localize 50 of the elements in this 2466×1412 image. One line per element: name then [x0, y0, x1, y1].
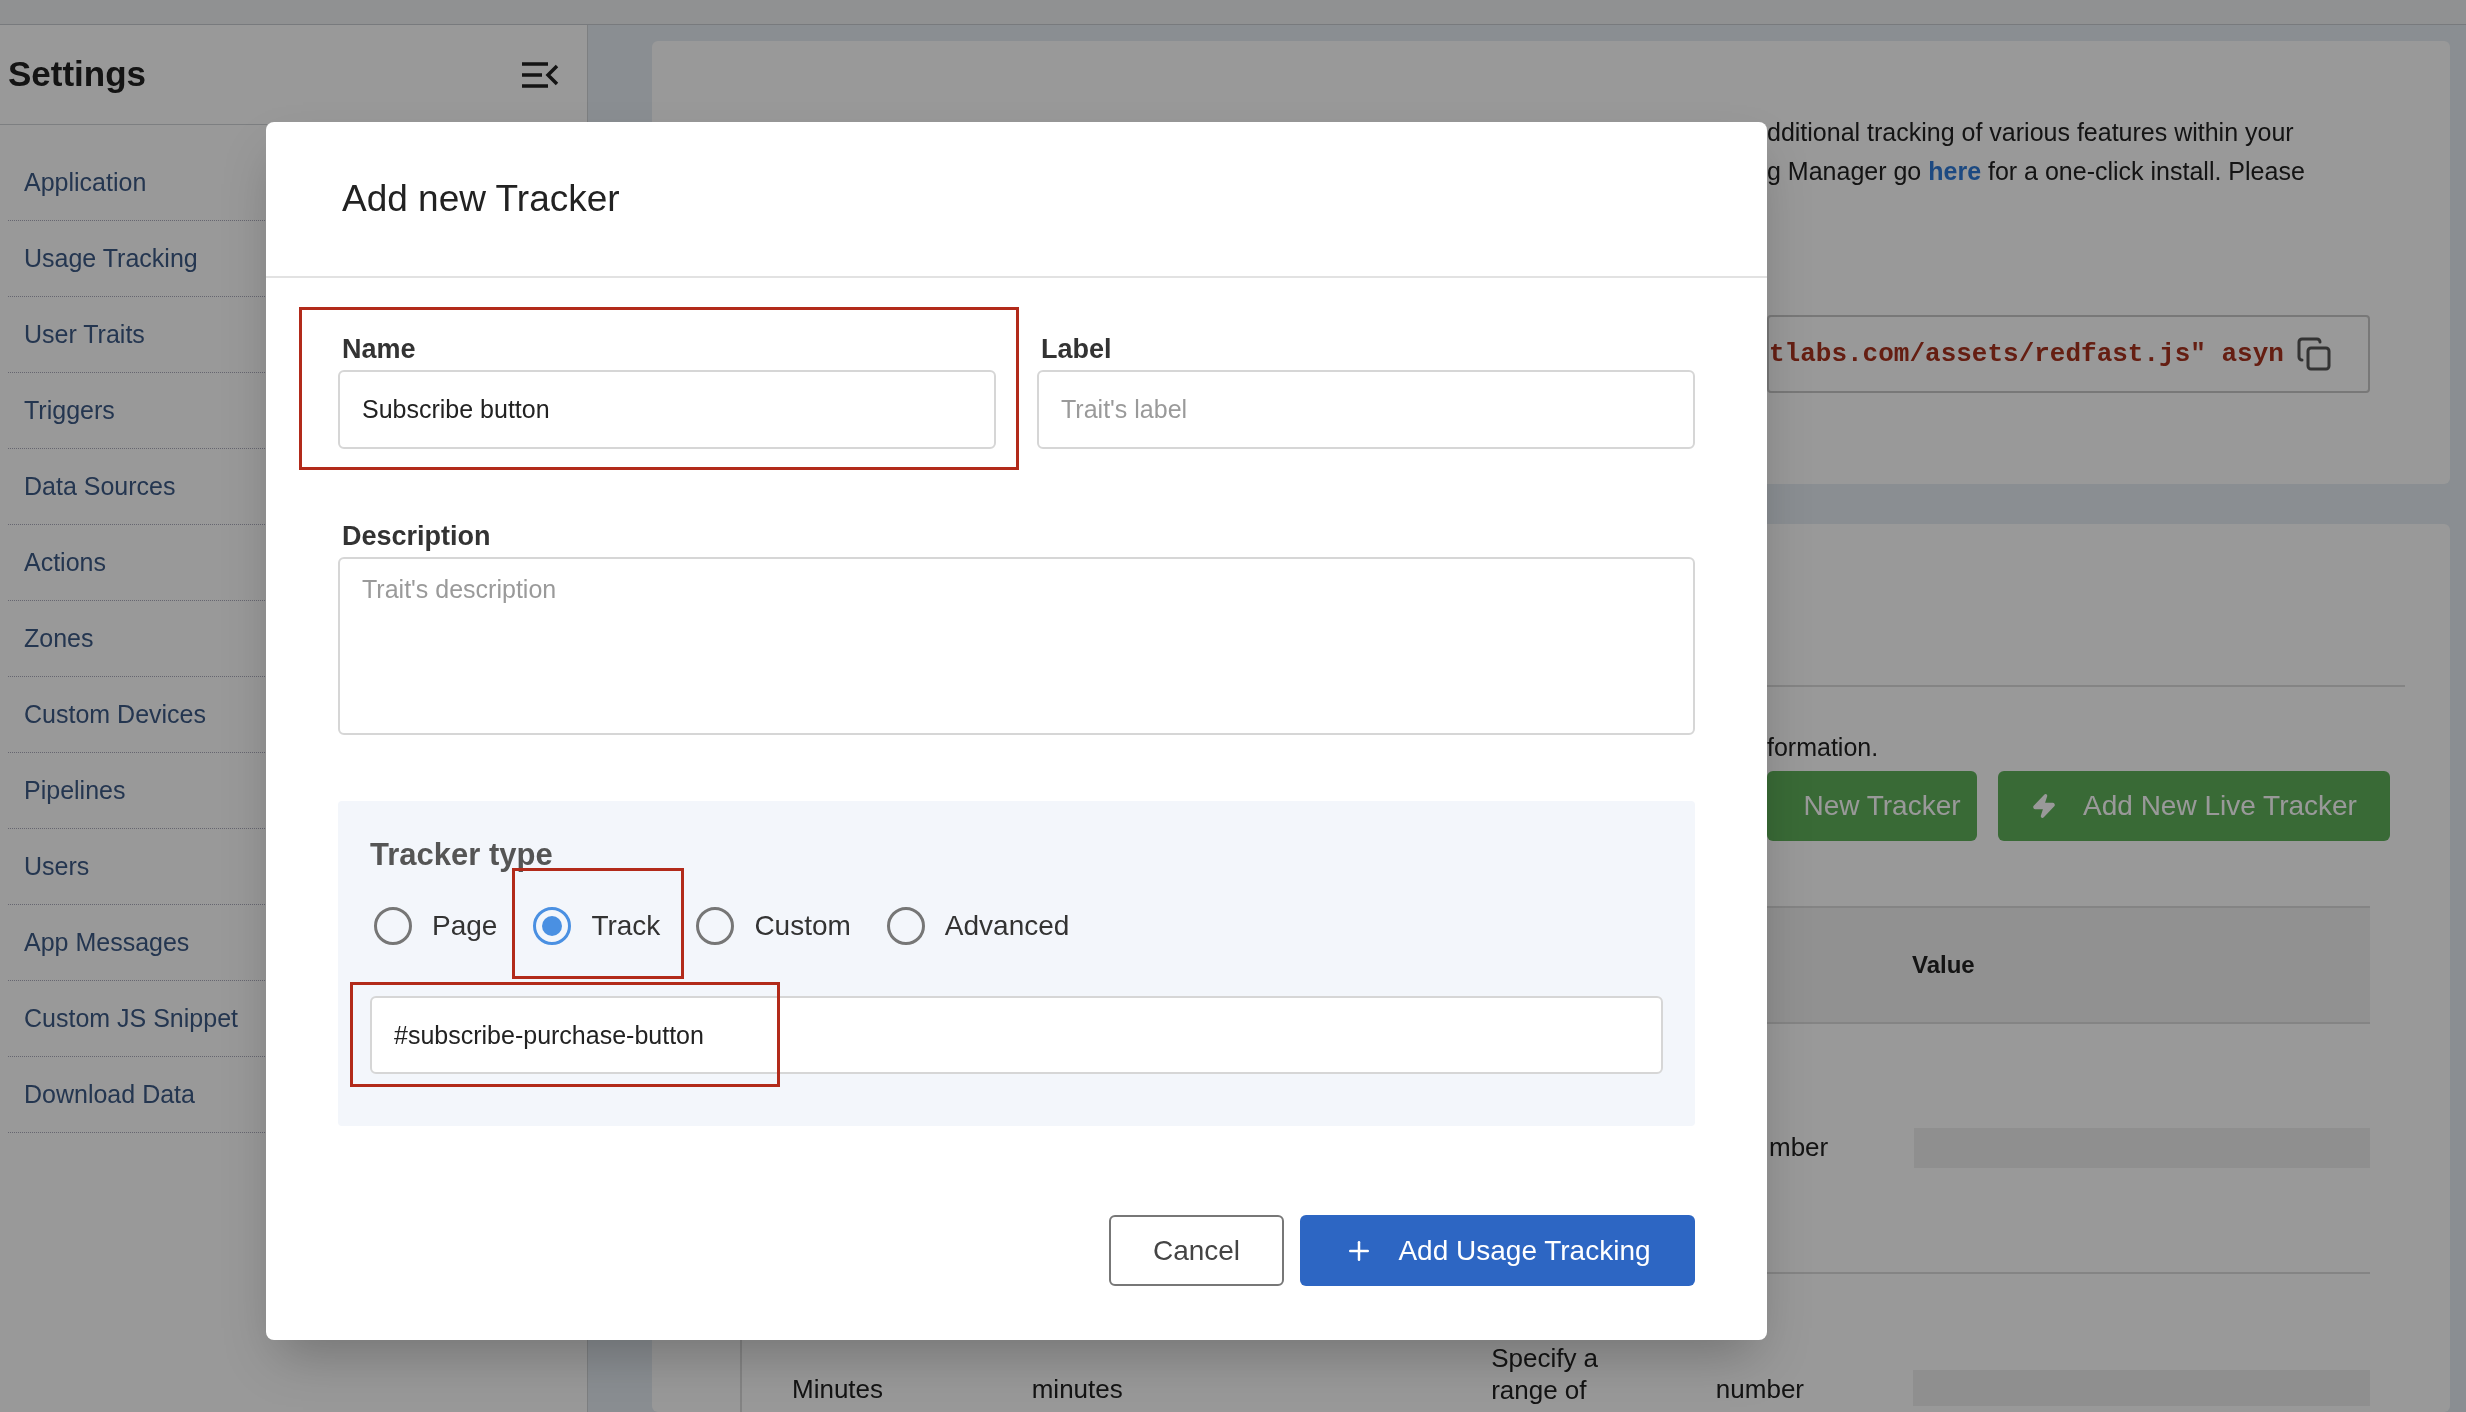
- radio-option[interactable]: Track: [533, 905, 661, 947]
- table-cell-text: range of: [1491, 1373, 1588, 1406]
- sidebar-item[interactable]: Application: [24, 163, 147, 202]
- sidebar-item[interactable]: Usage Tracking: [24, 239, 198, 278]
- add-usage-tracking-button[interactable]: Add Usage Tracking: [1300, 1215, 1695, 1286]
- field-label: Label: [1040, 333, 1113, 365]
- sidebar-title: Settings: [8, 53, 147, 96]
- lightning-icon: [2031, 792, 2058, 819]
- radio-option[interactable]: Custom: [696, 905, 851, 947]
- sidebar-item[interactable]: Download Data: [24, 1075, 195, 1114]
- dialog-title: Add new Tracker: [342, 177, 620, 222]
- section-text: formation.: [1767, 732, 1879, 763]
- cancel-button[interactable]: Cancel: [1109, 1215, 1284, 1286]
- radio-option[interactable]: Advanced: [886, 905, 1070, 947]
- add-tracker-button[interactable]: New Tracker: [1767, 770, 1977, 841]
- radio-button[interactable]: [374, 907, 412, 945]
- add-tracker-button[interactable]: Add New Live Tracker: [1998, 770, 2390, 841]
- radio-option[interactable]: Page: [374, 905, 498, 947]
- field-label: Description: [341, 520, 492, 552]
- sidebar-item[interactable]: Data Sources: [24, 467, 176, 506]
- description-field[interactable]: Trait's description: [338, 557, 1695, 735]
- selector-field[interactable]: #subscribe-purchase-button: [370, 996, 1663, 1074]
- column-header: Value: [1912, 949, 1975, 980]
- radio-button[interactable]: [533, 907, 572, 945]
- here-link[interactable]: here: [1928, 157, 1982, 185]
- sidebar-item[interactable]: Triggers: [24, 391, 115, 430]
- table-cell-text: number: [1715, 1372, 1805, 1404]
- intro-text: dditional tracking of various features within your: [1767, 117, 2295, 148]
- code-snippet: tlabs.com/assets/redfast.js" asyn: [1769, 337, 2284, 371]
- field-label: Name: [341, 333, 417, 365]
- label-field[interactable]: Trait's label: [1037, 370, 1695, 449]
- collapse-menu-icon[interactable]: [521, 60, 559, 89]
- sidebar-item[interactable]: Zones: [24, 619, 94, 658]
- sidebar-item[interactable]: Custom Devices: [24, 695, 206, 734]
- sidebar-item[interactable]: Custom JS Snippet: [24, 999, 238, 1038]
- radio-button[interactable]: [696, 907, 735, 945]
- table-cell-text: Specify a: [1491, 1341, 1600, 1374]
- sidebar-item[interactable]: User Traits: [24, 315, 145, 354]
- name-field[interactable]: Subscribe button: [338, 370, 996, 449]
- table-cell-text: mber: [1769, 1131, 1830, 1164]
- panel-title: Tracker type: [370, 837, 554, 873]
- sidebar-item[interactable]: Pipelines: [24, 771, 126, 810]
- table-cell-text: Minutes: [791, 1372, 885, 1404]
- intro-text: g Manager go here for a one-click install. Please: [1767, 156, 2306, 187]
- copy-icon[interactable]: [2296, 336, 2332, 372]
- sidebar-item[interactable]: Actions: [24, 543, 106, 582]
- sidebar-item[interactable]: Users: [24, 847, 90, 886]
- sidebar-item[interactable]: App Messages: [24, 923, 190, 962]
- table-cell-text: minutes: [1031, 1372, 1124, 1404]
- radio-button[interactable]: [886, 907, 925, 945]
